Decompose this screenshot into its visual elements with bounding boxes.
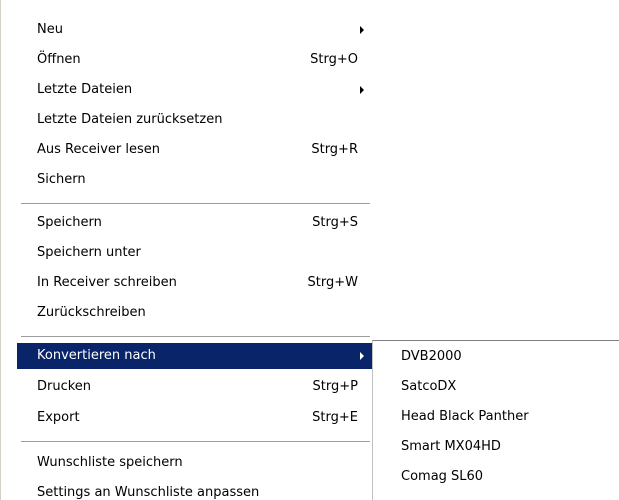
submenu-item-satcodx[interactable]: SatcoDX xyxy=(373,374,619,400)
menu-item-shortcut: Strg+O xyxy=(310,52,358,67)
menu-item-label: In Receiver schreiben xyxy=(37,275,177,290)
menu-item-shortcut: Strg+W xyxy=(307,275,358,290)
menu-separator xyxy=(21,336,370,338)
menu-item-speichern-unter[interactable]: Speichern unter xyxy=(17,240,372,266)
menu-item-shortcut: Strg+E xyxy=(312,410,358,425)
menu-item-settings-an-wunschliste-anpassen[interactable]: Settings an Wunschliste anpassen xyxy=(17,480,372,500)
submenu-item-label: Head Black Panther xyxy=(401,409,529,424)
menu-item-letzte-dateien-zuruecksetzen[interactable]: Letzte Dateien zurücksetzen xyxy=(17,107,372,133)
menu-item-wunschliste-speichern[interactable]: Wunschliste speichern xyxy=(17,450,372,476)
submenu-item-comag-sl60[interactable]: Comag SL60 xyxy=(373,464,619,490)
menu-item-shortcut: Strg+R xyxy=(311,142,358,157)
submenu-item-label: SatcoDX xyxy=(401,379,457,394)
file-menu: Neu Öffnen Strg+O Letzte Dateien Letzte … xyxy=(0,0,372,500)
submenu-arrow-icon xyxy=(360,86,364,94)
menu-item-export[interactable]: Export Strg+E xyxy=(17,405,372,431)
menu-item-label: Aus Receiver lesen xyxy=(37,142,161,157)
menu-item-label: Speichern unter xyxy=(37,245,141,260)
menu-item-label: Wunschliste speichern xyxy=(37,455,183,470)
menu-item-label: Neu xyxy=(37,22,63,37)
submenu-arrow-icon xyxy=(360,26,364,34)
menu-separator xyxy=(21,441,370,443)
menu-item-shortcut: Strg+P xyxy=(312,379,358,394)
submenu-item-label: DVB2000 xyxy=(401,349,462,364)
menu-item-shortcut: Strg+S xyxy=(312,215,358,230)
convert-submenu: DVB2000 SatcoDX Head Black Panther Smart… xyxy=(372,340,619,500)
menu-item-neu[interactable]: Neu xyxy=(17,17,372,43)
submenu-item-dvb2000[interactable]: DVB2000 xyxy=(373,344,619,370)
menu-item-zurueckschreiben[interactable]: Zurückschreiben xyxy=(17,300,372,326)
submenu-arrow-icon xyxy=(360,352,364,360)
menu-item-drucken[interactable]: Drucken Strg+P xyxy=(17,374,372,400)
menu-item-label: Öffnen xyxy=(37,52,81,67)
submenu-item-head-black-panther[interactable]: Head Black Panther xyxy=(373,404,619,430)
menu-item-konvertieren-nach[interactable]: Konvertieren nach xyxy=(17,343,372,369)
menu-item-in-receiver-schreiben[interactable]: In Receiver schreiben Strg+W xyxy=(17,270,372,296)
menu-item-label: Settings an Wunschliste anpassen xyxy=(37,485,260,500)
menu-separator xyxy=(21,203,370,205)
menu-item-sichern[interactable]: Sichern xyxy=(17,167,372,193)
menu-item-oeffnen[interactable]: Öffnen Strg+O xyxy=(17,47,372,73)
menu-item-label: Sichern xyxy=(37,172,86,187)
menu-item-letzte-dateien[interactable]: Letzte Dateien xyxy=(17,77,372,103)
menu-item-label: Letzte Dateien xyxy=(37,82,133,97)
menu-item-label: Letzte Dateien zurücksetzen xyxy=(37,112,223,127)
menu-item-aus-receiver-lesen[interactable]: Aus Receiver lesen Strg+R xyxy=(17,137,372,163)
menu-item-label: Konvertieren nach xyxy=(37,348,156,363)
menu-item-label: Drucken xyxy=(37,379,92,394)
menu-item-label: Export xyxy=(37,410,80,425)
menu-item-speichern[interactable]: Speichern Strg+S xyxy=(17,210,372,236)
menu-item-label: Speichern xyxy=(37,215,102,230)
submenu-item-label: Smart MX04HD xyxy=(401,439,501,454)
submenu-item-smart-mx04hd[interactable]: Smart MX04HD xyxy=(373,434,619,460)
menu-item-label: Zurückschreiben xyxy=(37,305,146,320)
submenu-item-label: Comag SL60 xyxy=(401,469,484,484)
